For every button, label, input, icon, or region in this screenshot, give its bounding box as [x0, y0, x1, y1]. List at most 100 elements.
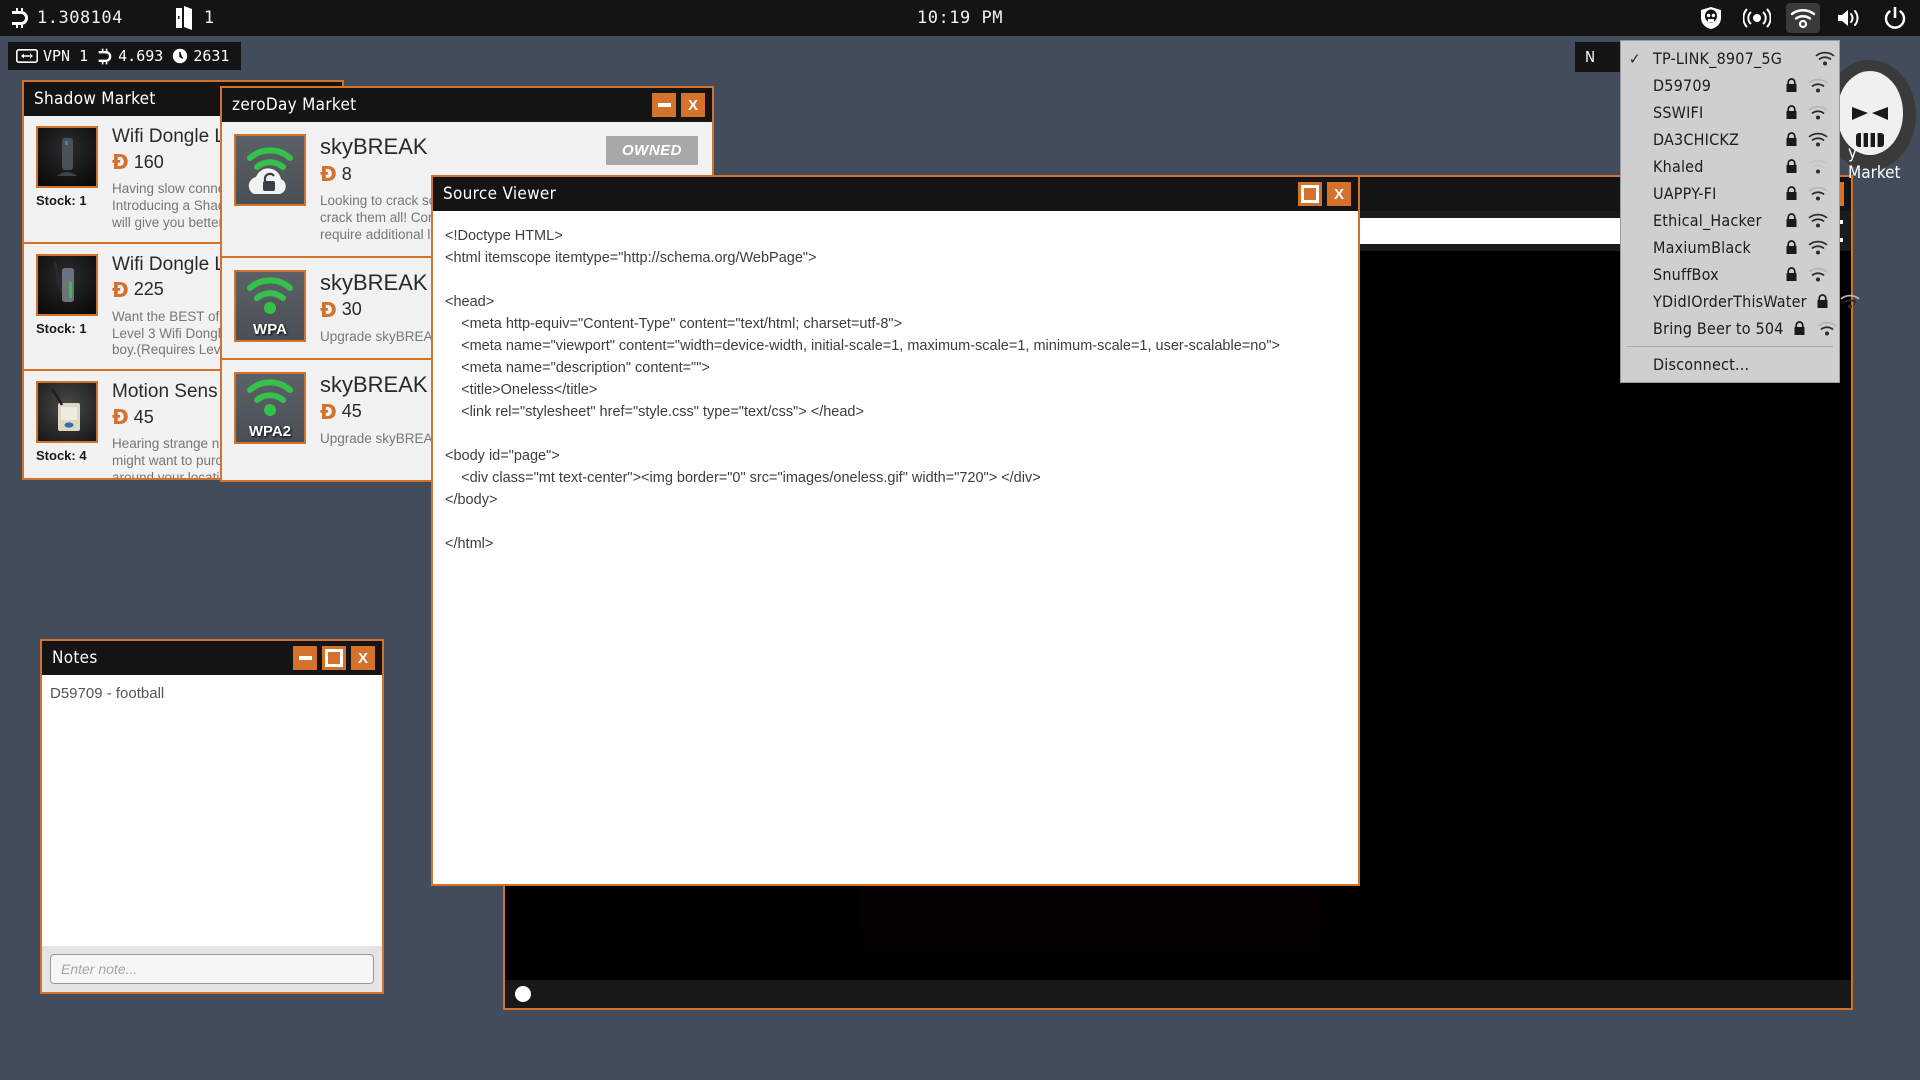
browser-statusbar [505, 980, 1851, 1008]
item-description: Hearing strange no might want to purch a… [112, 436, 230, 478]
source-viewer-body[interactable]: <!Doctype HTML> <html itemscope itemtype… [433, 211, 1358, 884]
stock-label: Stock: 4 [36, 448, 87, 464]
dashcoin-icon: Ð [112, 150, 129, 174]
lock-icon [1783, 132, 1799, 147]
dashcoin-icon [97, 47, 113, 66]
wifi-ssid: D59709 [1653, 76, 1712, 95]
item-price: Ð 225 [112, 278, 234, 302]
wifi-ssid: YDidIOrderThisWater [1653, 292, 1807, 311]
wifi-network-item[interactable]: ✓ TP-LINK_8907_5G [1621, 45, 1839, 72]
list-item: D59709 - football [50, 685, 165, 702]
zeroday-minimize-button[interactable] [652, 93, 676, 117]
volume-icon[interactable] [1832, 3, 1866, 33]
skull-shield-icon[interactable] [1694, 3, 1728, 33]
signal-icon [1807, 267, 1829, 283]
notes-close-button[interactable]: X [351, 646, 375, 670]
lock-icon [1792, 321, 1808, 336]
source-viewer-window[interactable]: Source Viewer X <!Doctype HTML> <html it… [431, 175, 1360, 886]
wifi-ssid: DA3CHICKZ [1653, 130, 1740, 149]
desktop: 1.308104 1 10:19 PM VPN 1 4.693 2631 N y… [0, 0, 1920, 1080]
pill-coin-value: 4.693 [118, 47, 164, 65]
loading-indicator-icon [515, 986, 531, 1002]
lock-icon [1783, 213, 1799, 228]
source-viewer-close-button[interactable]: X [1327, 182, 1351, 206]
status-badge: OWNED [606, 136, 698, 165]
wifi-ssid: SnuffBox [1653, 265, 1719, 284]
wifi-network-item[interactable]: MaxiumBlack [1621, 234, 1839, 261]
lock-icon [1783, 105, 1799, 120]
wifi-network-item[interactable]: UAPPY-FI [1621, 180, 1839, 207]
zeroday-market-title: zeroDay Market [232, 95, 357, 115]
broadcast-icon[interactable] [1740, 3, 1774, 33]
note-input[interactable] [50, 954, 374, 984]
wifi-network-item[interactable]: D59709 [1621, 72, 1839, 99]
wifi-ssid: Ethical_Hacker [1653, 211, 1762, 230]
signal-icon [1807, 213, 1829, 229]
door-counter: 1 [175, 6, 215, 30]
pill-clock-value: 2631 [193, 47, 230, 65]
wifi-network-item[interactable]: Bring Beer to 504 [1621, 315, 1839, 342]
notes-minimize-button[interactable] [293, 646, 317, 670]
wifi-dongle-level1-thumb [36, 126, 98, 188]
wifi-network-item[interactable]: SnuffBox [1621, 261, 1839, 288]
lock-icon [1783, 186, 1799, 201]
notes-body: D59709 - football [42, 675, 382, 992]
pill-clock: 2631 [172, 47, 229, 65]
zeroday-close-button[interactable]: X [681, 93, 705, 117]
source-viewer-titlebar[interactable]: Source Viewer X [433, 177, 1358, 211]
wifi-network-item[interactable]: SSWIFI [1621, 99, 1839, 126]
wifi-disconnect-label: Disconnect... [1653, 355, 1750, 374]
wifi-icon[interactable] [1786, 3, 1820, 33]
source-viewer-maximize-button[interactable] [1298, 182, 1322, 206]
vpn-label: VPN 1 [43, 47, 89, 65]
lock-icon [1783, 267, 1799, 282]
vpn-status: VPN 1 [16, 47, 88, 65]
source-viewer-title: Source Viewer [443, 184, 557, 204]
signal-icon [1807, 159, 1829, 175]
stock-label: Stock: 1 [36, 320, 87, 336]
taskbar-entry-market[interactable]: y Market [1838, 143, 1920, 183]
item-price-value: 45 [341, 401, 362, 421]
item-price-value: 8 [341, 163, 352, 184]
stock-label: Stock: 1 [36, 193, 87, 208]
power-icon[interactable] [1878, 3, 1912, 33]
item-name: Wifi Dongle L [112, 126, 225, 147]
wifi-network-item[interactable]: Ethical_Hacker [1621, 207, 1839, 234]
skybreak-wpa-icon: WPA [234, 269, 306, 342]
notes-maximize-button[interactable] [322, 646, 346, 670]
check-icon: ✓ [1629, 49, 1641, 68]
item-name: Wifi Dongle L [112, 253, 225, 275]
lock-icon [1815, 294, 1831, 309]
signal-icon [1807, 240, 1829, 256]
item-name: skyBREAK [320, 134, 428, 159]
clock-icon [172, 48, 188, 64]
door-value: 1 [203, 8, 215, 28]
notes-titlebar[interactable]: Notes X [42, 641, 382, 675]
skybreak-icon [234, 134, 306, 206]
wifi-ssid: MaxiumBlack [1653, 238, 1752, 257]
wifi-network-item[interactable]: DA3CHICKZ [1621, 126, 1839, 153]
wifi-network-item[interactable]: Khaled [1621, 153, 1839, 180]
skybreak-wpa2-icon: WPA2 [234, 371, 306, 444]
menu-divider [1627, 346, 1833, 347]
system-topbar: 1.308104 1 10:19 PM [0, 0, 1920, 36]
wifi-disconnect-item[interactable]: Disconnect... [1621, 351, 1839, 378]
notes-window[interactable]: Notes X D59709 - football [40, 639, 384, 994]
status-pill: VPN 1 4.693 2631 [8, 42, 242, 70]
wifi-network-item[interactable]: YDidIOrderThisWater [1621, 288, 1860, 315]
signal-icon [1807, 132, 1829, 148]
wifi-ssid: TP-LINK_8907_5G [1653, 49, 1783, 68]
item-price-value: 45 [133, 406, 154, 427]
taskbar-entry-market-label: y Market [1848, 143, 1901, 183]
wifi-ssid: Khaled [1653, 157, 1704, 176]
wifi-ssid: Bring Beer to 504 [1653, 319, 1784, 338]
item-name: Motion Sens [112, 381, 218, 403]
shadow-market-title: Shadow Market [34, 89, 156, 109]
zeroday-market-titlebar[interactable]: zeroDay Market X [222, 88, 712, 122]
item-description: Want the BEST of th Level 3 Wifi Dongle … [112, 308, 234, 358]
item-price: Ð 160 [112, 150, 225, 174]
coin-balance: 1.308104 [10, 6, 123, 30]
dashcoin-icon [10, 6, 30, 30]
dashcoin-icon: Ð [320, 162, 337, 186]
wifi-network-menu[interactable]: ✓ TP-LINK_8907_5G D59709 SSWIFI DA3CHICK… [1620, 40, 1860, 383]
